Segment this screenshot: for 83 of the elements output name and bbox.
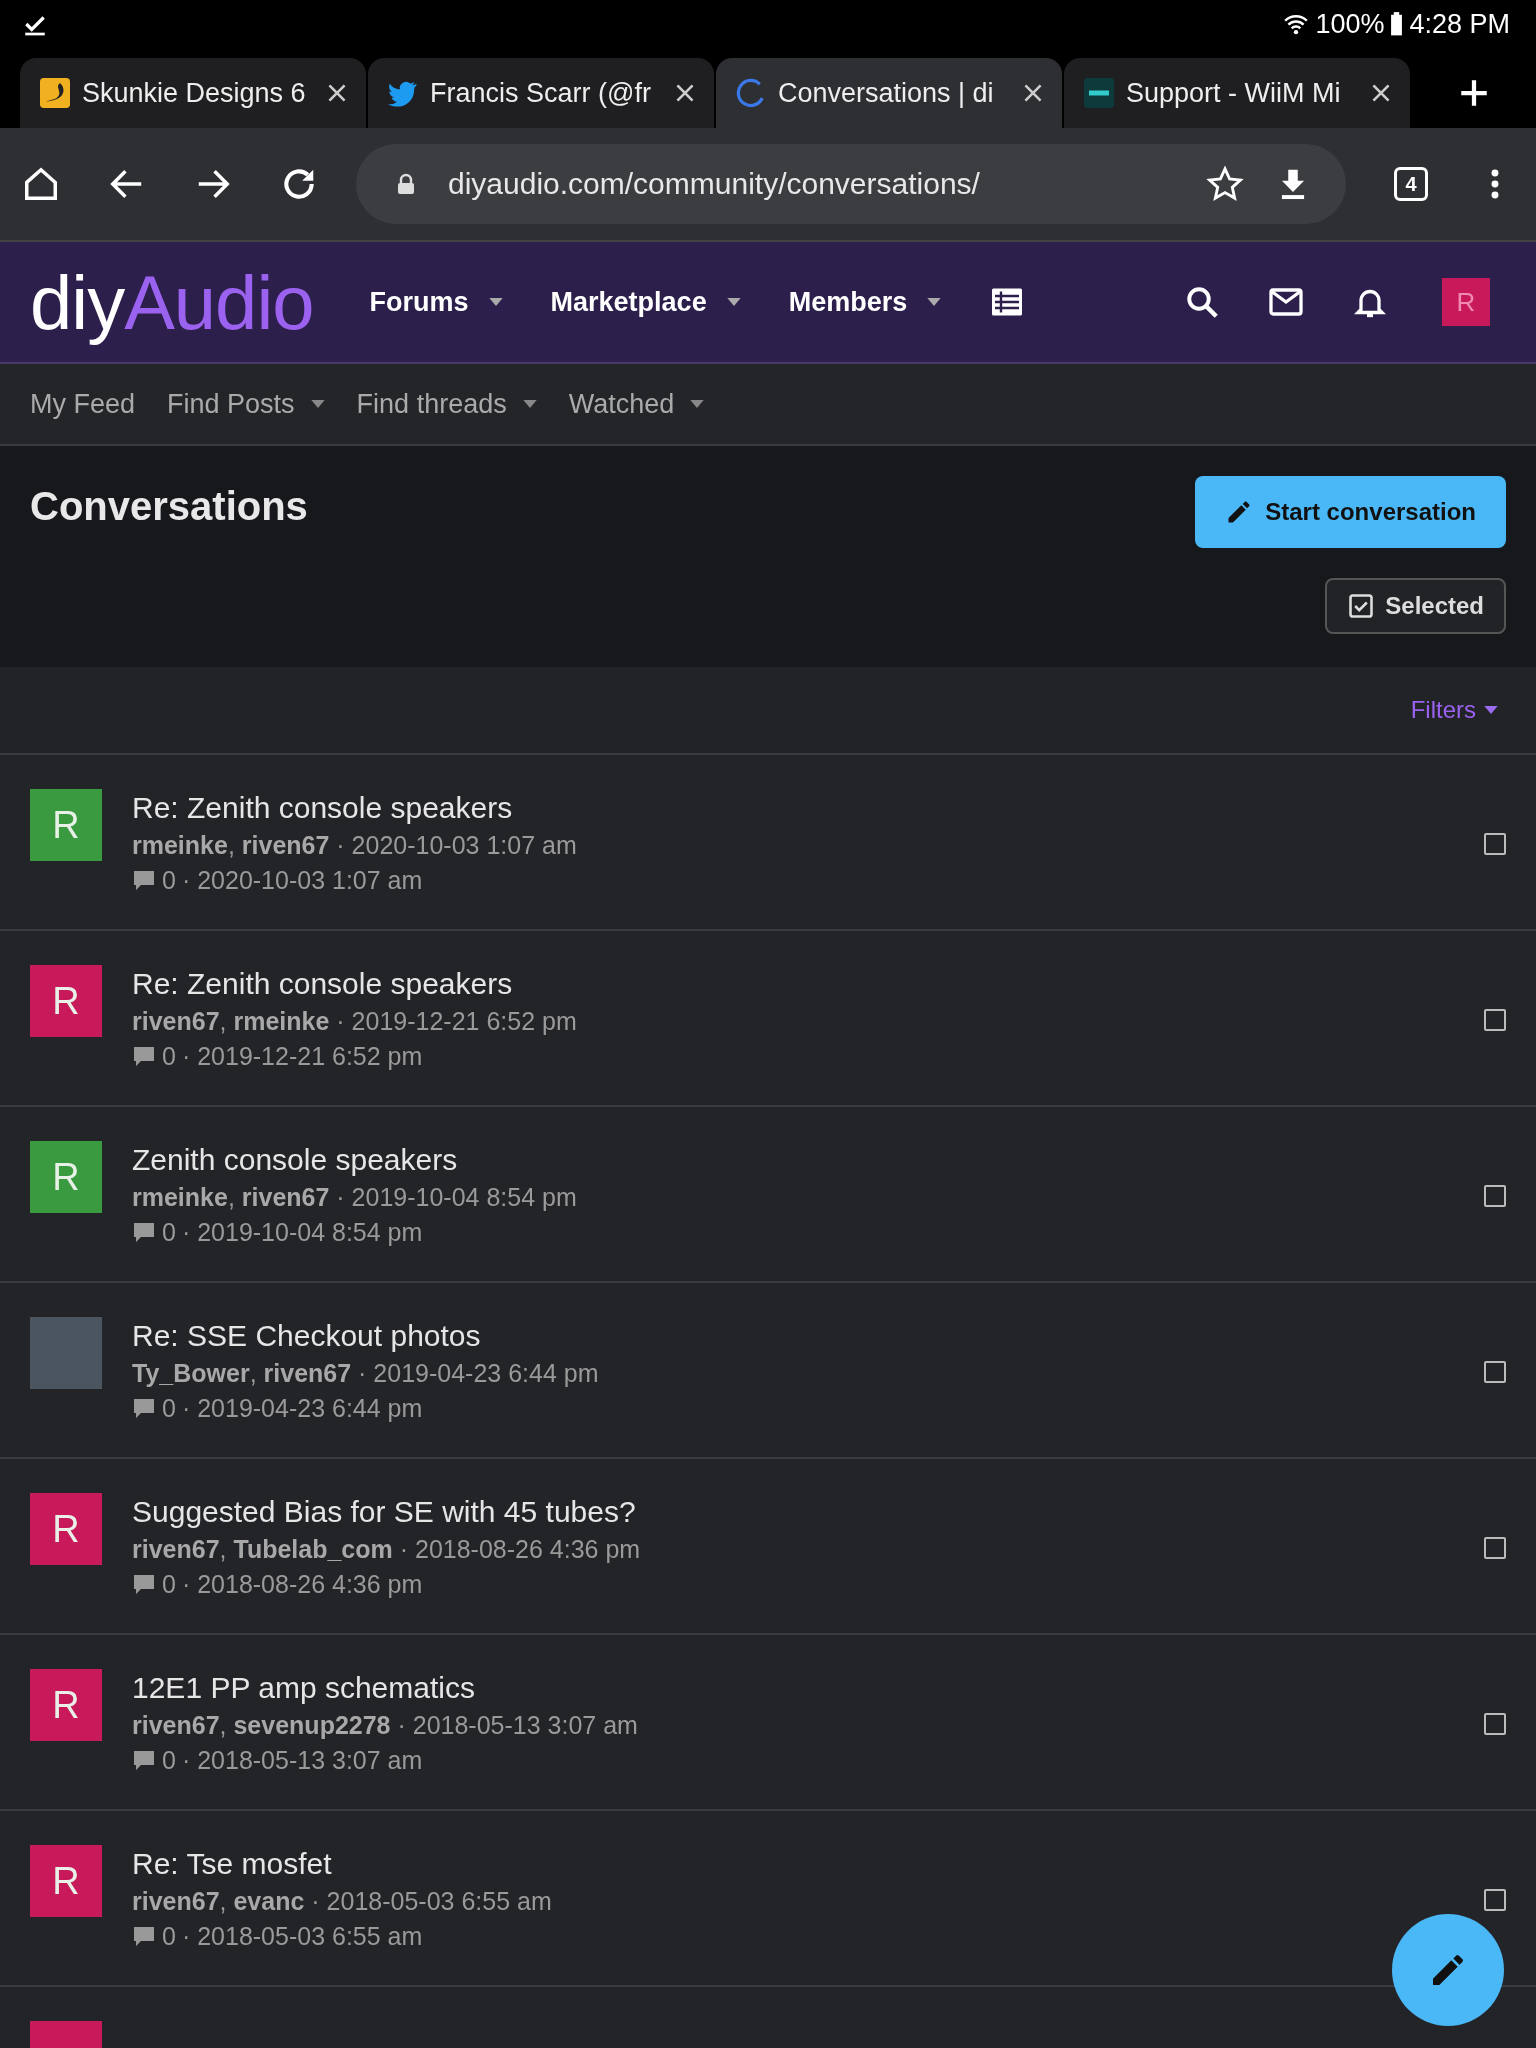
- select-checkbox[interactable]: [1484, 1889, 1506, 1911]
- user-avatar: R: [30, 1845, 102, 1917]
- conversation-title[interactable]: 12E1 PP amp schematics: [132, 1671, 1454, 1705]
- browser-tab[interactable]: Conversations | di: [716, 58, 1062, 128]
- conversation-byline: riven67, rmeinke · 2019-12-21 6:52 pm: [132, 1007, 578, 1036]
- page-title: Conversations: [30, 484, 308, 529]
- caret-icon: [726, 298, 741, 306]
- conversation-byline: rmeinke, riven67 · 2020-10-03 1:07 am: [132, 831, 578, 860]
- site-logo[interactable]: diyAudio: [30, 258, 314, 346]
- last-reply-date: · 2018-05-03 6:55 am: [181, 1922, 423, 1951]
- user-avatar: R: [30, 1669, 102, 1741]
- browser-tab[interactable]: Francis Scarr (@fr: [368, 58, 714, 128]
- checkbox-icon: [1347, 592, 1376, 620]
- star-icon[interactable]: [1206, 165, 1244, 203]
- select-checkbox[interactable]: [1484, 1537, 1506, 1559]
- address-bar[interactable]: diyaudio.com/community/conversations/: [356, 144, 1346, 224]
- reply-count: 0: [162, 1922, 176, 1951]
- conversation-byline: rmeinke, riven67 · 2019-10-04 8:54 pm: [132, 1183, 578, 1212]
- conversation-title[interactable]: Suggested Bias for SE with 45 tubes?: [132, 1495, 1454, 1529]
- conversation-title[interactable]: Re: Zenith console speakers: [132, 967, 1454, 1001]
- comment-icon: [132, 1572, 156, 1597]
- caret-icon: [690, 400, 705, 408]
- conversation-title[interactable]: Re: Tse mosfet: [132, 1847, 1454, 1881]
- conversation-byline: riven67, sevenup2278 · 2018-05-13 3:07 am: [132, 1711, 639, 1740]
- comment-icon: [132, 868, 156, 893]
- nav-menu[interactable]: Members: [788, 286, 942, 318]
- battery-icon: [1390, 11, 1404, 37]
- caret-icon: [927, 298, 942, 306]
- user-avatar: R: [30, 965, 102, 1037]
- nav-menu[interactable]: Marketplace: [550, 286, 741, 318]
- conversation-title[interactable]: Re: SSE Checkout photos: [132, 1319, 1454, 1353]
- conversation-byline: riven67, evanc · 2018-05-03 6:55 am: [132, 1887, 553, 1916]
- select-checkbox[interactable]: [1484, 1009, 1506, 1031]
- last-reply-date: · 2019-10-04 8:54 pm: [181, 1218, 423, 1247]
- select-checkbox[interactable]: [1484, 1713, 1506, 1735]
- last-reply-date: · 2018-05-13 3:07 am: [181, 1746, 423, 1775]
- comment-icon: [132, 1924, 156, 1949]
- photo-placeholder: [30, 1317, 102, 1389]
- selected-button[interactable]: Selected: [1325, 578, 1506, 634]
- comment-icon: [132, 1396, 156, 1421]
- comment-icon: [132, 1044, 156, 1069]
- reply-count: 0: [162, 1218, 176, 1247]
- sub-nav-link[interactable]: My Feed: [30, 388, 136, 420]
- comment-icon: [132, 1220, 156, 1245]
- browser-tab[interactable]: Support - WiiM Mi: [1064, 58, 1410, 128]
- search-icon[interactable]: [1184, 284, 1220, 320]
- last-reply-date: · 2019-12-21 6:52 pm: [181, 1042, 423, 1071]
- user-avatar: R: [30, 1141, 102, 1213]
- user-avatar: R: [30, 1493, 102, 1565]
- last-reply-date: · 2019-04-23 6:44 pm: [181, 1394, 423, 1423]
- caret-icon: [488, 298, 503, 306]
- conversation-title[interactable]: Zenith console speakers: [132, 1143, 1454, 1177]
- select-checkbox[interactable]: [1484, 833, 1506, 855]
- battery-percentage: 100%: [1315, 8, 1385, 40]
- comment-icon: [132, 1748, 156, 1773]
- select-checkbox[interactable]: [1484, 1185, 1506, 1207]
- last-reply-date: · 2020-10-03 1:07 am: [181, 866, 423, 895]
- reply-count: 0: [162, 1042, 176, 1071]
- caret-icon: [522, 400, 537, 408]
- caret-icon: [310, 400, 325, 408]
- conversation-byline: Ty_Bower, riven67 · 2019-04-23 6:44 pm: [132, 1359, 600, 1388]
- select-checkbox[interactable]: [1484, 1361, 1506, 1383]
- nav-menu[interactable]: Forums: [369, 286, 503, 318]
- loading-spinner-icon: [736, 78, 766, 108]
- user-avatar: R: [30, 789, 102, 861]
- last-reply-date: · 2018-08-26 4:36 pm: [181, 1570, 423, 1599]
- sub-nav-link[interactable]: Find Posts: [167, 388, 325, 420]
- start-conversation-button[interactable]: Start conversation: [1195, 476, 1506, 548]
- conversation-title[interactable]: Re: Zenith console speakers: [132, 791, 1454, 825]
- filters-menu[interactable]: Filters: [1410, 696, 1498, 724]
- reply-count: 0: [162, 1394, 176, 1423]
- reply-count: 0: [162, 1570, 176, 1599]
- conversation-byline: riven67, Tubelab_com · 2018-08-26 4:36 pm: [132, 1535, 642, 1564]
- tab-count-button[interactable]: 4: [1394, 167, 1428, 201]
- caret-icon: [1484, 706, 1498, 714]
- reply-count: 0: [162, 866, 176, 895]
- site-logo-icon: [1084, 78, 1114, 108]
- clock: 4:28 PM: [1409, 8, 1510, 40]
- home-icon[interactable]: [22, 165, 60, 203]
- sub-nav-link[interactable]: Find threads: [356, 388, 537, 420]
- sub-nav-link[interactable]: Watched: [568, 388, 705, 420]
- browser-tab[interactable]: Skunkie Designs 6: [20, 58, 366, 128]
- reply-count: 0: [162, 1746, 176, 1775]
